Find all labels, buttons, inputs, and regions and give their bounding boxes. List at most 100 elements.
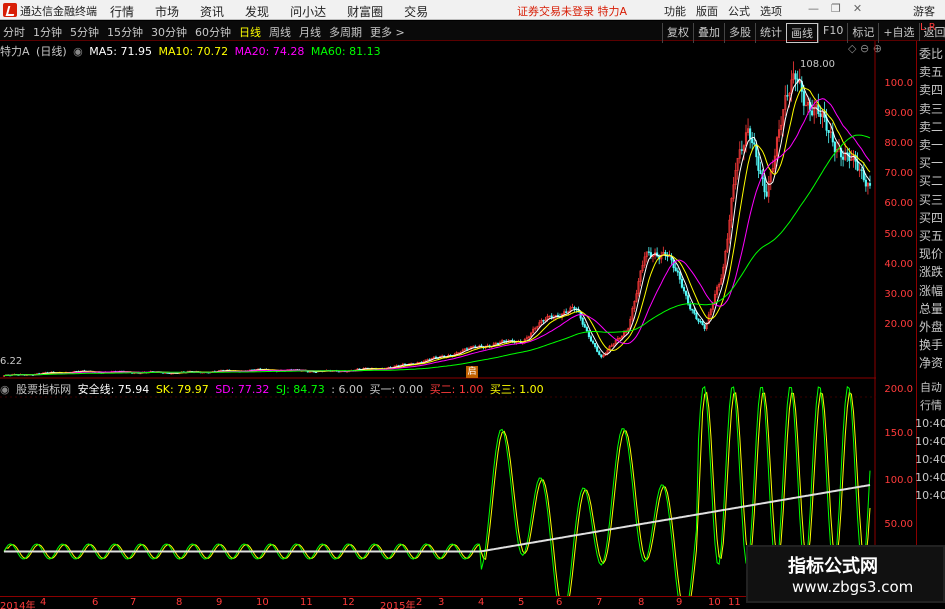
price-tick: 90.00 bbox=[884, 108, 913, 119]
window-controls: — ❐ ✕ bbox=[808, 2, 862, 15]
tool-stats[interactable]: 统计 bbox=[755, 23, 786, 43]
main-menu: 行情 市场 资讯 发现 问小达 财富圈 交易 bbox=[110, 3, 428, 20]
candle-body bbox=[811, 110, 814, 116]
price-tick: 50.00 bbox=[884, 229, 913, 240]
candle-body bbox=[591, 340, 595, 344]
candle-body bbox=[833, 141, 836, 153]
candle-body bbox=[827, 130, 830, 133]
candle-body bbox=[583, 324, 586, 328]
menu-item-ask[interactable]: 问小达 bbox=[290, 3, 326, 20]
tab-monthly[interactable]: 月线 bbox=[299, 24, 321, 40]
candle-body bbox=[691, 308, 694, 311]
quote-label: 涨幅 bbox=[918, 283, 943, 298]
tab-daily[interactable]: 日线 bbox=[239, 24, 261, 40]
menu-item-options[interactable]: 选项 bbox=[760, 3, 782, 19]
app-logo-icon bbox=[3, 3, 17, 17]
tool-overlay[interactable]: 叠加 bbox=[693, 23, 724, 43]
menu-item-formula[interactable]: 公式 bbox=[728, 3, 750, 19]
tab-5min[interactable]: 5分钟 bbox=[70, 24, 99, 40]
tab-1min[interactable]: 1分钟 bbox=[33, 24, 62, 40]
low-label: 6.22 bbox=[0, 356, 23, 367]
price-tick: 20.00 bbox=[884, 319, 913, 330]
candle-body bbox=[699, 320, 702, 323]
menu-item-layout[interactable]: 版面 bbox=[696, 3, 718, 19]
tool-add-watchlist[interactable]: +自选 bbox=[878, 23, 918, 43]
tab-60min[interactable]: 60分钟 bbox=[195, 24, 231, 40]
quote-label: 买三 bbox=[918, 192, 943, 207]
date-tick: 9 bbox=[676, 597, 683, 608]
date-tick: 10 bbox=[708, 597, 721, 608]
date-tick: 4 bbox=[40, 597, 47, 608]
candle-body bbox=[596, 346, 599, 352]
event-marker[interactable]: 启 bbox=[466, 366, 478, 378]
date-tick: 2015年 bbox=[380, 601, 416, 609]
tab-weekly[interactable]: 周线 bbox=[269, 24, 291, 40]
price-tick: 60.00 bbox=[884, 198, 913, 209]
date-tick: 10 bbox=[256, 597, 269, 608]
candle-body bbox=[674, 267, 677, 272]
candle-body bbox=[846, 152, 849, 154]
menu-item-function[interactable]: 功能 bbox=[664, 3, 686, 19]
tool-mark[interactable]: 标记 bbox=[847, 23, 878, 43]
menu-item-discover[interactable]: 发现 bbox=[245, 3, 269, 20]
tool-adjust[interactable]: 复权 bbox=[662, 23, 693, 43]
login-notice[interactable]: 证券交易未登录 特力A bbox=[517, 3, 627, 19]
tab-more[interactable]: 更多 > bbox=[370, 24, 405, 40]
tick-list: 自动 行情 10:40 10:40 10:40 10:40 10:40 bbox=[915, 379, 945, 505]
tool-multi-stock[interactable]: 多股 bbox=[724, 23, 755, 43]
quote-label: 卖三 bbox=[918, 101, 943, 116]
candle-body bbox=[868, 183, 872, 186]
candle-body bbox=[465, 348, 469, 350]
quote-label: 卖五 bbox=[918, 65, 943, 80]
tick-time: 10:40 bbox=[915, 470, 945, 484]
tab-multi-period[interactable]: 多周期 bbox=[329, 24, 362, 40]
quote-label: 卖一 bbox=[918, 138, 943, 153]
candle-body bbox=[703, 324, 706, 329]
menu-item-market[interactable]: 市场 bbox=[155, 3, 179, 20]
menu-bar: 通达信金融终端 行情 市场 资讯 发现 问小达 财富圈 交易 证券交易未登录 特… bbox=[0, 0, 945, 20]
candle-body bbox=[860, 169, 863, 171]
tab-timeshare[interactable]: 分时 bbox=[3, 24, 25, 40]
candle-body bbox=[842, 156, 845, 160]
minimize-icon[interactable]: — bbox=[808, 2, 819, 15]
indicator-layer bbox=[3, 385, 871, 596]
chart-tools: 复权 叠加 多股 统计 画线 F10 标记 +自选 返回 bbox=[662, 23, 945, 43]
guest-label[interactable]: 游客 bbox=[913, 3, 935, 19]
candle-body bbox=[757, 156, 760, 171]
indicator-tick: 50.00 bbox=[884, 519, 913, 530]
date-tick: 8 bbox=[638, 597, 645, 608]
menu-item-news[interactable]: 资讯 bbox=[200, 3, 224, 20]
quote-labels: 委比 卖五 卖四 卖三 卖二 卖一 买一 买二 买三 买四 买五 现价 涨跌 涨… bbox=[917, 45, 945, 373]
price-tick: 30.00 bbox=[884, 289, 913, 300]
app-title: 通达信金融终端 bbox=[20, 5, 97, 18]
price-axis: 100.0 90.00 80.00 70.00 60.00 50.00 40.0… bbox=[876, 41, 916, 378]
quote-label: 委比 bbox=[918, 47, 943, 61]
candle-body bbox=[680, 279, 683, 288]
indicator-tick: 200.0 bbox=[884, 384, 913, 395]
candle-body bbox=[751, 138, 754, 144]
kline-chart[interactable] bbox=[0, 41, 876, 596]
candle-body bbox=[565, 311, 568, 313]
close-icon[interactable]: ✕ bbox=[853, 2, 862, 15]
candle-body bbox=[786, 95, 789, 97]
tick-label[interactable]: 行情 bbox=[920, 397, 942, 415]
lr-label: L R bbox=[920, 22, 936, 33]
candle-body bbox=[794, 73, 797, 80]
date-tick: 4 bbox=[478, 597, 485, 608]
menu-item-trade[interactable]: 交易 bbox=[404, 3, 428, 20]
candle-body bbox=[856, 161, 859, 171]
candle-body bbox=[753, 142, 756, 145]
date-tick: 2 bbox=[416, 597, 423, 608]
tick-label[interactable]: 自动 bbox=[920, 379, 942, 397]
tab-30min[interactable]: 30分钟 bbox=[151, 24, 187, 40]
price-tick: 80.00 bbox=[884, 138, 913, 149]
tab-15min[interactable]: 15分钟 bbox=[107, 24, 143, 40]
period-tabs: 分时 1分钟 5分钟 15分钟 30分钟 60分钟 日线 周线 月线 多周期 更… bbox=[3, 24, 405, 40]
menu-item-quotes[interactable]: 行情 bbox=[110, 3, 134, 20]
menu-item-wealth[interactable]: 财富圈 bbox=[347, 3, 383, 20]
quote-label: 现价 bbox=[918, 247, 943, 262]
tool-draw[interactable]: 画线 bbox=[786, 23, 818, 43]
tool-f10[interactable]: F10 bbox=[818, 23, 847, 43]
indicator-tick: 150.0 bbox=[884, 428, 913, 439]
restore-icon[interactable]: ❐ bbox=[831, 2, 841, 15]
